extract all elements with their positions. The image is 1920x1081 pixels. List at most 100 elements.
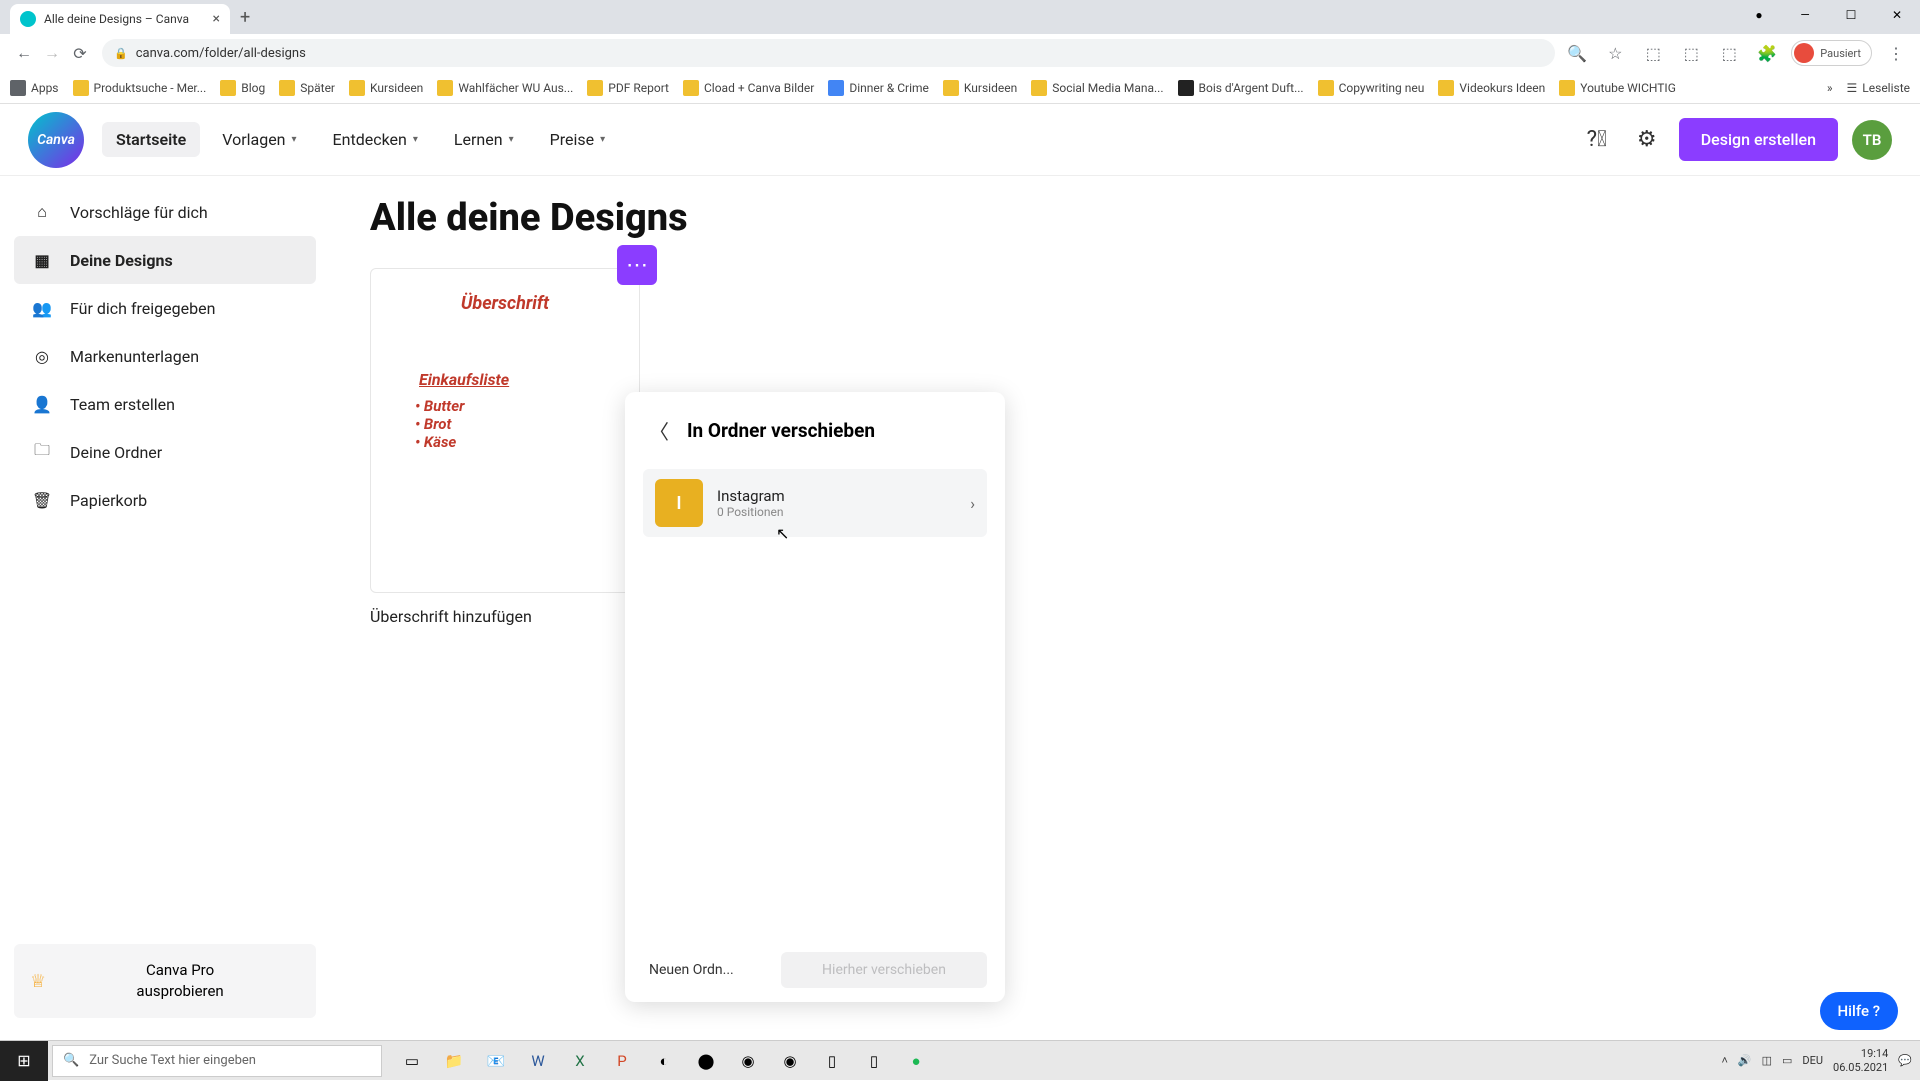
menu-icon[interactable]: ⋮ xyxy=(1882,39,1910,67)
zoom-icon[interactable]: 🔍 xyxy=(1563,39,1591,67)
help-button[interactable]: Hilfe ? xyxy=(1820,992,1898,1030)
new-folder-button[interactable]: Neuen Ordn... xyxy=(643,952,773,988)
settings-icon[interactable]: ⚙ xyxy=(1629,122,1665,158)
nav-templates[interactable]: Vorlagen▾ xyxy=(208,122,310,157)
nav-discover[interactable]: Entdecken▾ xyxy=(319,122,432,157)
bookmark-item[interactable]: Wahlfächer WU Aus... xyxy=(437,80,573,96)
bookmark-item[interactable]: Youtube WICHTIG xyxy=(1559,80,1676,96)
thumb-list-title: Einkaufsliste xyxy=(419,370,617,389)
sidebar-item-suggestions[interactable]: ⌂Vorschläge für dich xyxy=(14,188,316,236)
ext3-icon[interactable]: ⬚ xyxy=(1715,39,1743,67)
crown-icon: ♕ xyxy=(30,971,46,992)
start-button[interactable]: ⊞ xyxy=(0,1041,48,1081)
sidebar-item-shared[interactable]: 👥Für dich freigegeben xyxy=(14,284,316,332)
spotify-icon[interactable]: ● xyxy=(896,1041,936,1081)
excel-icon[interactable]: X xyxy=(560,1041,600,1081)
nav-home[interactable]: Startseite xyxy=(102,122,200,157)
folder-icon: 🗀 xyxy=(30,440,54,464)
popover-back-button[interactable]: 〈 xyxy=(643,414,675,447)
mail-icon[interactable]: 📧 xyxy=(476,1041,516,1081)
bookmark-item[interactable]: PDF Report xyxy=(587,80,669,96)
close-tab-icon[interactable]: × xyxy=(213,11,220,27)
bookmark-item[interactable]: Produktsuche - Mer... xyxy=(73,80,207,96)
bookmark-apps[interactable]: Apps xyxy=(10,80,59,96)
search-icon: 🔍 xyxy=(63,1053,79,1068)
account-dot-icon[interactable]: ● xyxy=(1736,0,1782,30)
bookmark-item[interactable]: Copywriting neu xyxy=(1318,80,1425,96)
sidebar-item-your-designs[interactable]: ▦Deine Designs xyxy=(14,236,316,284)
nav-pricing[interactable]: Preise▾ xyxy=(536,122,620,157)
profile-pill[interactable]: Pausiert xyxy=(1791,40,1872,66)
bookmark-reading-list[interactable]: ☰Leseliste xyxy=(1847,81,1910,95)
language-indicator[interactable]: DEU xyxy=(1802,1054,1823,1067)
sidebar-item-team[interactable]: 👤Team erstellen xyxy=(14,380,316,428)
tab-title: Alle deine Designs – Canva xyxy=(44,12,205,26)
sidebar-item-brand[interactable]: ◎Markenunterlagen xyxy=(14,332,316,380)
extensions-icon[interactable]: 🧩 xyxy=(1753,39,1781,67)
battery-icon[interactable]: ▭ xyxy=(1782,1054,1792,1067)
apps-icon xyxy=(10,80,26,96)
edge-icon[interactable]: ◉ xyxy=(770,1041,810,1081)
maximize-button[interactable]: ☐ xyxy=(1828,0,1874,30)
volume-icon[interactable]: 🔊 xyxy=(1738,1054,1752,1067)
create-design-button[interactable]: Design erstellen xyxy=(1679,118,1838,161)
bookmark-item[interactable]: Kursideen xyxy=(349,80,423,96)
more-options-button[interactable]: ⋯ xyxy=(617,245,657,285)
bookmark-item[interactable]: Dinner & Crime xyxy=(828,80,929,96)
folder-icon xyxy=(943,80,959,96)
thumb-list-item: Käse xyxy=(415,433,617,451)
app-icon[interactable]: ▯ xyxy=(812,1041,852,1081)
sidebar-item-trash[interactable]: 🗑Papierkorb xyxy=(14,476,316,524)
nav-learn[interactable]: Lernen▾ xyxy=(440,122,528,157)
chrome-icon[interactable]: ◉ xyxy=(728,1041,768,1081)
taskbar-search[interactable]: 🔍 Zur Suche Text hier eingeben xyxy=(52,1045,382,1077)
reload-button[interactable]: ⟳ xyxy=(66,39,94,67)
bookmark-item[interactable]: Videokurs Ideen xyxy=(1438,80,1545,96)
bookmark-overflow[interactable]: » xyxy=(1827,81,1833,95)
sidebar-item-folders[interactable]: 🗀Deine Ordner xyxy=(14,428,316,476)
bookmark-item[interactable]: Social Media Mana... xyxy=(1031,80,1163,96)
ext1-icon[interactable]: ⬚ xyxy=(1639,39,1667,67)
folder-row-instagram[interactable]: I Instagram 0 Positionen › xyxy=(643,469,987,537)
tray-chevron-icon[interactable]: ˄ xyxy=(1721,1054,1727,1067)
folder-icon xyxy=(683,80,699,96)
folder-icon xyxy=(1318,80,1334,96)
bookmark-item[interactable]: Später xyxy=(279,80,335,96)
browser-tab[interactable]: Alle deine Designs – Canva × xyxy=(10,4,230,34)
task-view-icon[interactable]: ▭ xyxy=(392,1041,432,1081)
clock[interactable]: 19:14 06.05.2021 xyxy=(1833,1047,1888,1073)
back-button[interactable]: ← xyxy=(10,39,38,67)
bookmark-item[interactable]: Cload + Canva Bilder xyxy=(683,80,814,96)
ext2-icon[interactable]: ⬚ xyxy=(1677,39,1705,67)
bookmark-item[interactable]: Kursideen xyxy=(943,80,1017,96)
bookmark-item[interactable]: Blog xyxy=(220,80,265,96)
canva-logo[interactable]: Canva xyxy=(28,112,84,168)
wifi-icon[interactable]: ◫ xyxy=(1762,1054,1772,1067)
user-avatar[interactable]: TB xyxy=(1852,120,1892,160)
design-thumbnail[interactable]: ⋯ Überschrift Einkaufsliste Butter Brot … xyxy=(370,268,640,593)
url-text: canva.com/folder/all-designs xyxy=(136,46,306,61)
obs-icon[interactable]: ⬤ xyxy=(686,1041,726,1081)
minimize-button[interactable]: ― xyxy=(1782,0,1828,30)
powerpoint-icon[interactable]: P xyxy=(602,1041,642,1081)
folder-icon xyxy=(1438,80,1454,96)
share-icon: 👥 xyxy=(30,296,54,320)
reading-list-icon: ☰ xyxy=(1847,81,1858,95)
star-icon[interactable]: ☆ xyxy=(1601,39,1629,67)
profile-avatar-icon xyxy=(1794,43,1814,63)
folder-icon xyxy=(279,80,295,96)
help-icon[interactable]: ?⃝ xyxy=(1579,122,1615,158)
app-icon[interactable]: ▯ xyxy=(854,1041,894,1081)
word-icon[interactable]: W xyxy=(518,1041,558,1081)
bookmark-item[interactable]: Bois d'Argent Duft... xyxy=(1178,80,1304,96)
chevron-down-icon: ▾ xyxy=(292,134,297,145)
notifications-icon[interactable]: 💬 xyxy=(1898,1054,1912,1067)
app-icon[interactable]: ◐ xyxy=(644,1041,684,1081)
close-window-button[interactable]: ✕ xyxy=(1874,0,1920,30)
explorer-icon[interactable]: 📁 xyxy=(434,1041,474,1081)
forward-button[interactable]: → xyxy=(38,39,66,67)
canva-pro-card[interactable]: ♕ Canva Proausprobieren xyxy=(14,944,316,1018)
design-card[interactable]: ⋯ Überschrift Einkaufsliste Butter Brot … xyxy=(370,268,640,626)
new-tab-button[interactable]: + xyxy=(240,7,250,28)
address-bar[interactable]: 🔒 canva.com/folder/all-designs xyxy=(102,39,1555,67)
